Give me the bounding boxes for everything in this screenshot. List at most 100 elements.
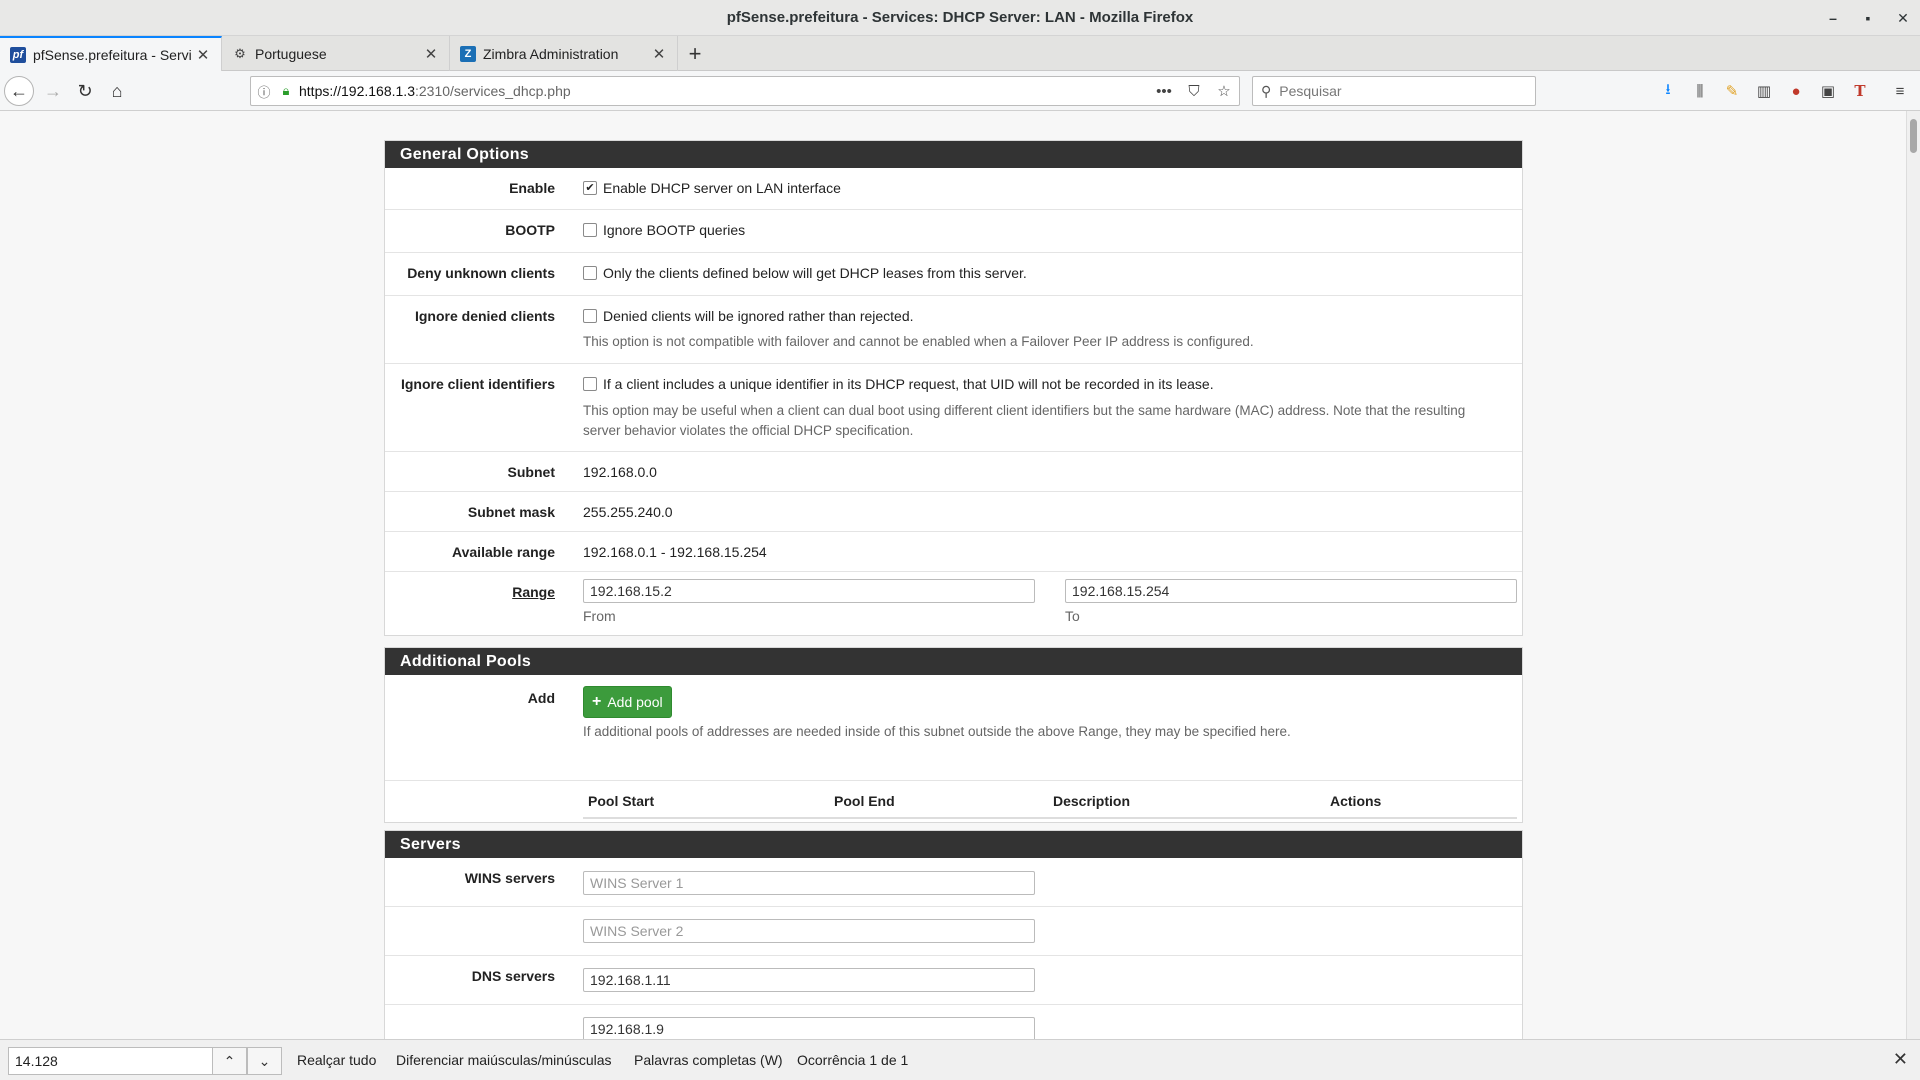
available-range-value: 192.168.0.1 - 192.168.15.254 <box>583 544 767 560</box>
lock-icon[interactable]: 🔒︎ <box>277 83 295 99</box>
deny-unknown-row: Deny unknown clients Only the clients de… <box>385 253 1522 296</box>
reload-button[interactable]: ↻ <box>70 76 100 106</box>
subnet-value: 192.168.0.0 <box>583 464 657 480</box>
add-label: Add <box>527 690 555 706</box>
forward-button[interactable]: → <box>38 76 68 106</box>
deny-unknown-text: Only the clients defined below will get … <box>603 265 1027 281</box>
range-row: Range 192.168.15.2 192.168.15.254 From T… <box>385 572 1522 630</box>
pool-table-header: Pool Start Pool End Description Actions <box>385 781 1522 823</box>
bootp-label: BOOTP <box>505 222 555 238</box>
tab-label: Zimbra Administration <box>483 45 619 62</box>
whole-words-option[interactable]: Palavras completas (W) <box>634 1052 783 1068</box>
minimize-button[interactable]: – <box>1816 0 1850 36</box>
subnet-mask-value: 255.255.240.0 <box>583 504 673 520</box>
enable-label: Enable <box>509 180 555 196</box>
url-bar[interactable]: ⓘ 🔒︎ https://192.168.1.3:2310/services_d… <box>250 76 1240 106</box>
scrollbar-thumb[interactable] <box>1910 119 1917 153</box>
tab-portuguese[interactable]: ⚙ Portuguese ✕ <box>222 36 450 71</box>
column-description: Description <box>1053 793 1131 809</box>
ignore-denied-text: Denied clients will be ignored rather th… <box>603 308 914 324</box>
ignore-identifiers-label: Ignore client identifiers <box>400 376 555 392</box>
find-bar: 14.128 ⌃ ⌄ Realçar tudo Diferenciar maiú… <box>0 1039 1920 1080</box>
deny-unknown-checkbox[interactable] <box>583 266 597 280</box>
wins-server-1-row: WINS servers WINS Server 1 <box>385 858 1522 907</box>
ignore-denied-help: This option is not compatible with failo… <box>583 334 1254 349</box>
match-case-option[interactable]: Diferenciar maiúsculas/minúsculas <box>396 1052 612 1068</box>
column-pool-end: Pool End <box>834 793 895 809</box>
add-pool-button[interactable]: + Add pool <box>583 686 672 718</box>
find-input[interactable]: 14.128 <box>8 1047 214 1075</box>
new-tab-button[interactable]: + <box>680 36 710 71</box>
ignore-identifiers-checkbox[interactable] <box>583 377 597 391</box>
find-close-icon[interactable]: ✕ <box>1893 1049 1908 1070</box>
ignore-identifiers-help-1: This option may be useful when a client … <box>583 403 1466 418</box>
page-content: General Options Enable ✔ Enable DHCP ser… <box>0 111 1906 1039</box>
tab-pfsense[interactable]: pf pfSense.prefeitura - Servi ✕ <box>0 36 222 72</box>
translate-extension-icon[interactable]: T <box>1848 79 1872 103</box>
bootp-text: Ignore BOOTP queries <box>603 222 746 238</box>
url-host: https://192.168.1.3 <box>299 83 415 99</box>
pocket-icon[interactable]: ⛉ <box>1179 83 1209 100</box>
tab-close-icon[interactable]: ✕ <box>651 45 667 63</box>
wins-servers-label: WINS servers <box>464 870 555 886</box>
subnet-row: Subnet 192.168.0.0 <box>385 452 1522 492</box>
available-range-row: Available range 192.168.0.1 - 192.168.15… <box>385 532 1522 572</box>
search-box[interactable]: ⚲ Pesquisar <box>1252 76 1536 106</box>
highlight-all-option[interactable]: Realçar tudo <box>297 1052 376 1068</box>
dns-server-2-row: 192.168.1.9 <box>385 1005 1522 1039</box>
ignore-denied-checkbox[interactable] <box>583 309 597 323</box>
dns-server-1-input[interactable]: 192.168.1.11 <box>583 968 1035 992</box>
tab-label: pfSense.prefeitura - Servi <box>33 47 192 63</box>
subnet-label: Subnet <box>507 464 555 480</box>
range-label[interactable]: Range <box>512 584 555 600</box>
url-text[interactable]: https://192.168.1.3:2310/services_dhcp.p… <box>295 83 1149 99</box>
enable-text: Enable DHCP server on LAN interface <box>603 180 841 196</box>
sidebar-icon[interactable]: ▥ <box>1752 79 1776 103</box>
available-range-label: Available range <box>452 544 555 560</box>
dns-server-2-input[interactable]: 192.168.1.9 <box>583 1017 1035 1039</box>
enable-checkbox[interactable]: ✔ <box>583 181 597 195</box>
tab-close-icon[interactable]: ✕ <box>195 46 211 64</box>
maximize-button[interactable]: ▪ <box>1851 0 1885 36</box>
url-path: :2310/services_dhcp.php <box>414 83 571 99</box>
subnet-mask-row: Subnet mask 255.255.240.0 <box>385 492 1522 532</box>
navigation-toolbar: ← → ↻ ⌂ ⓘ 🔒︎ https://192.168.1.3:2310/se… <box>0 71 1920 111</box>
servers-heading: Servers <box>385 831 1522 858</box>
close-window-button[interactable]: ✕ <box>1886 0 1920 36</box>
page-actions-icon[interactable]: ••• <box>1149 83 1179 100</box>
ignore-identifiers-text: If a client includes a unique identifier… <box>603 376 1214 392</box>
additional-pools-panel: Additional Pools Add + Add pool If addit… <box>384 647 1523 823</box>
library-icon[interactable]: ⫼ <box>1688 79 1712 103</box>
range-from-input[interactable]: 192.168.15.2 <box>583 579 1035 603</box>
zimbra-favicon-icon: Z <box>460 45 476 62</box>
general-options-panel: General Options Enable ✔ Enable DHCP ser… <box>384 140 1523 636</box>
vertical-scrollbar[interactable] <box>1906 111 1920 1039</box>
menu-icon[interactable]: ≡ <box>1888 79 1912 103</box>
find-result-status: Ocorrência 1 de 1 <box>797 1052 909 1068</box>
home-button[interactable]: ⌂ <box>102 76 132 106</box>
find-next-button[interactable]: ⌄ <box>247 1047 282 1075</box>
bootp-checkbox[interactable] <box>583 223 597 237</box>
tab-zimbra[interactable]: Z Zimbra Administration ✕ <box>450 36 678 71</box>
downloads-icon[interactable]: ⭳ <box>1656 79 1680 103</box>
deny-unknown-option: Only the clients defined below will get … <box>583 265 1027 281</box>
wins-server-1-input[interactable]: WINS Server 1 <box>583 871 1035 895</box>
brush-extension-icon[interactable]: ✎ <box>1720 79 1744 103</box>
range-to-input[interactable]: 192.168.15.254 <box>1065 579 1517 603</box>
find-previous-button[interactable]: ⌃ <box>212 1047 247 1075</box>
bookmark-star-icon[interactable]: ☆ <box>1209 82 1239 100</box>
add-pool-row: Add + Add pool If additional pools of ad… <box>385 675 1522 781</box>
ignore-denied-label: Ignore denied clients <box>414 308 555 324</box>
dns-servers-label: DNS servers <box>471 968 555 984</box>
screenshot-extension-icon[interactable]: ▣ <box>1816 79 1840 103</box>
additional-pools-heading: Additional Pools <box>385 648 1522 675</box>
info-icon[interactable]: ⓘ <box>251 82 277 101</box>
tab-close-icon[interactable]: ✕ <box>423 45 439 63</box>
tab-label: Portuguese <box>255 45 327 62</box>
servers-panel: Servers WINS servers WINS Server 1 WINS … <box>384 830 1523 1039</box>
wins-server-2-input[interactable]: WINS Server 2 <box>583 919 1035 943</box>
pfsense-favicon-icon: pf <box>10 47 26 63</box>
ignore-identifiers-row: Ignore client identifiers If a client in… <box>385 364 1522 452</box>
color-extension-icon[interactable]: ● <box>1784 79 1808 103</box>
back-button[interactable]: ← <box>4 76 34 106</box>
